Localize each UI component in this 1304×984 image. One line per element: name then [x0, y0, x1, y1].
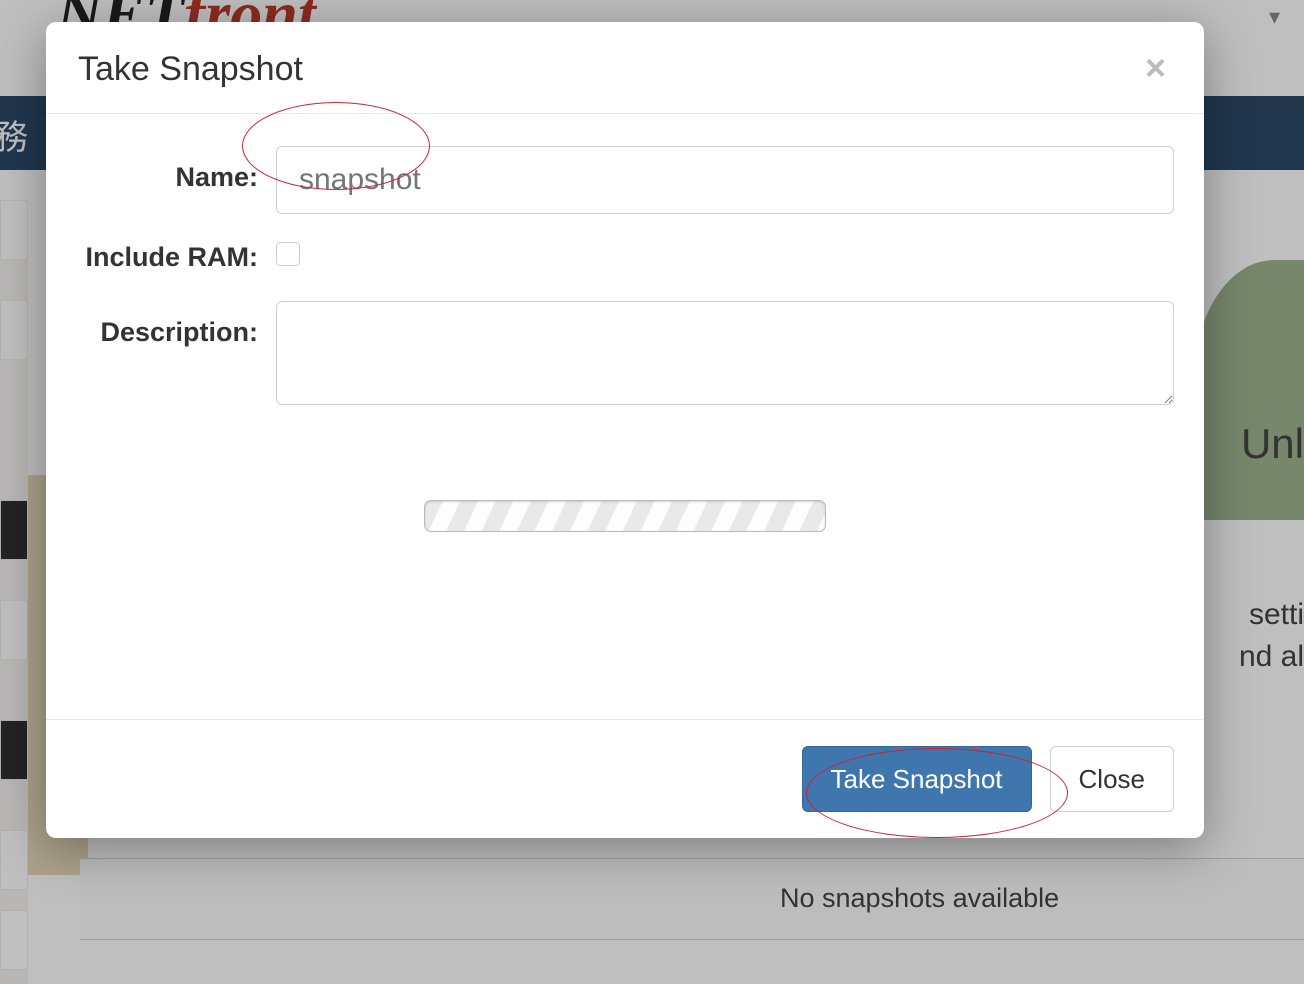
name-label: Name:: [76, 146, 276, 193]
dialog-title: Take Snapshot: [78, 50, 303, 89]
close-button[interactable]: Close: [1050, 746, 1174, 812]
include-ram-checkbox[interactable]: [276, 242, 300, 266]
dialog-body: Name: Include RAM: Description:: [46, 114, 1204, 719]
take-snapshot-dialog: Take Snapshot × Name: Include RAM: Descr…: [46, 22, 1204, 838]
dialog-header: Take Snapshot ×: [46, 22, 1204, 114]
dialog-footer: Take Snapshot Close: [46, 719, 1204, 838]
progress-bar: [424, 500, 826, 532]
close-icon[interactable]: ×: [1139, 50, 1172, 86]
description-label: Description:: [76, 301, 276, 348]
include-ram-label: Include RAM:: [76, 242, 276, 273]
take-snapshot-button[interactable]: Take Snapshot: [802, 746, 1032, 812]
name-input[interactable]: [276, 146, 1174, 214]
description-textarea[interactable]: [276, 301, 1174, 405]
